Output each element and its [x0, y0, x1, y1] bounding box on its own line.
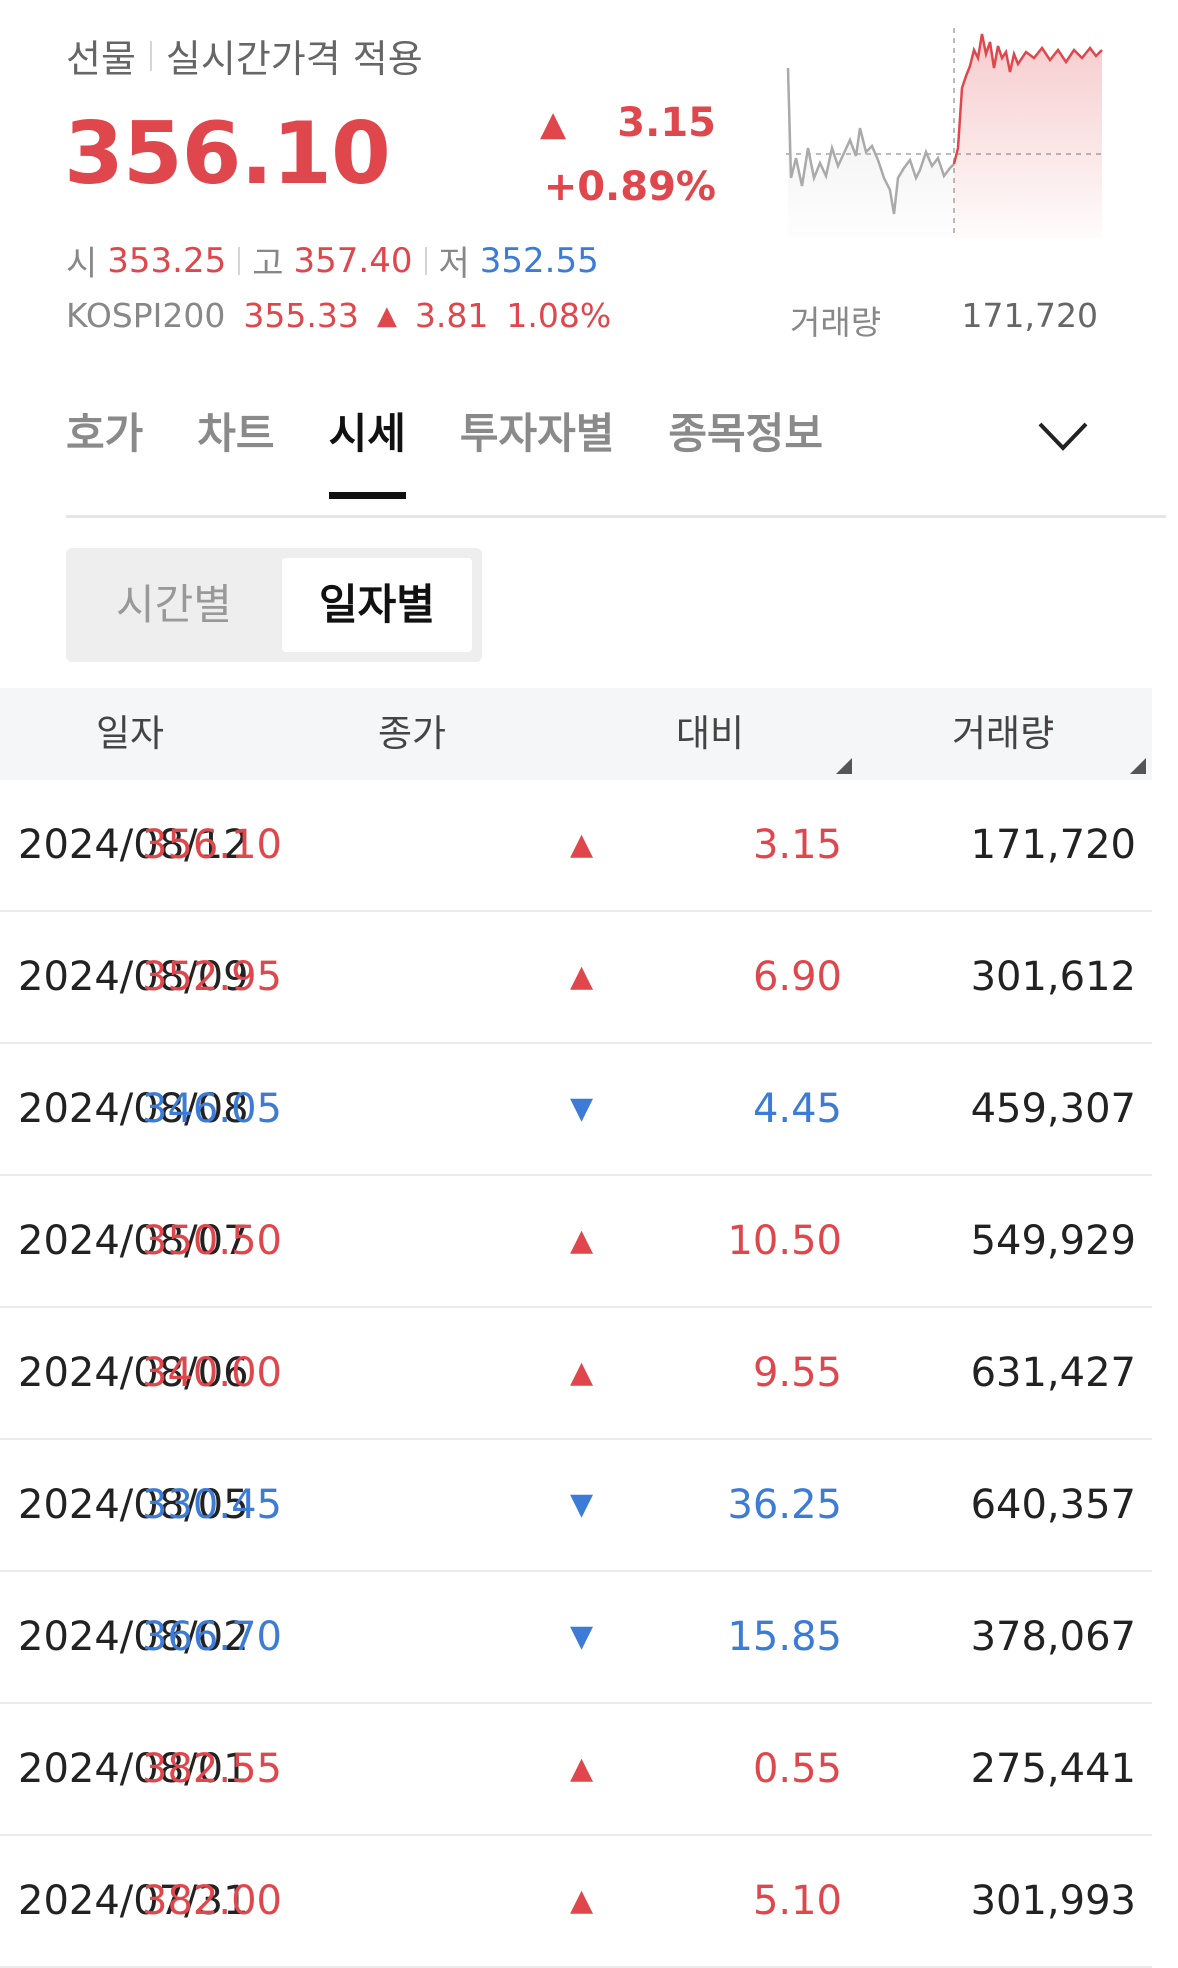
tabs-divider [66, 515, 1166, 518]
column-header-close: 종가 [378, 712, 447, 755]
divider [424, 246, 427, 275]
up-arrow-icon: ▲ [376, 300, 397, 331]
table-row[interactable]: 2024/08/12 356.10 ▲ 3.15 171,720 [0, 780, 1152, 912]
open-label: 시 [66, 244, 98, 284]
toggle-hourly[interactable]: 시간별 [76, 558, 272, 652]
ohl-summary: 시 353.25 고 357.40 저 352.55 [66, 236, 599, 285]
row-change: 15.85 [727, 1614, 842, 1660]
up-arrow-icon: ▲ [570, 1751, 594, 1786]
high-value: 357.40 [293, 240, 413, 281]
row-close-price: 352.95 [142, 954, 282, 1000]
index-change: 3.81 [414, 296, 489, 335]
up-arrow-icon: ▲ [570, 1223, 594, 1258]
table-row[interactable]: 2024/07/31 382.00 ▲ 5.10 301,993 [0, 1836, 1152, 1968]
table-row[interactable]: 2024/08/08 346.05 ▼ 4.45 459,307 [0, 1044, 1152, 1176]
index-name: KOSPI200 [66, 296, 226, 335]
tab-4[interactable]: 종목정보 [668, 400, 823, 499]
row-change: 0.55 [752, 1746, 842, 1792]
tab-1[interactable]: 차트 [197, 400, 274, 499]
down-arrow-icon: ▼ [570, 1091, 594, 1126]
sort-icon[interactable] [1130, 758, 1146, 774]
row-close-price: 346.05 [142, 1086, 282, 1132]
row-close-price: 382.00 [142, 1878, 282, 1924]
row-close-price: 350.50 [142, 1218, 282, 1264]
row-close-price: 366.70 [142, 1614, 282, 1660]
up-arrow-icon: ▲ [540, 104, 567, 144]
volume-value: 171,720 [961, 296, 1098, 335]
column-header-date: 일자 [96, 712, 165, 755]
up-arrow-icon: ▲ [570, 1883, 594, 1918]
row-change: 9.55 [752, 1350, 842, 1396]
down-arrow-icon: ▼ [570, 1619, 594, 1654]
row-volume: 640,357 [970, 1482, 1136, 1528]
volume-label: 거래량 [790, 303, 882, 342]
row-change: 6.90 [752, 954, 842, 1000]
table-row[interactable]: 2024/08/05 330.45 ▼ 36.25 640,357 [0, 1440, 1152, 1572]
tab-0[interactable]: 호가 [66, 400, 143, 499]
row-change: 4.45 [752, 1086, 842, 1132]
row-change: 5.10 [752, 1878, 842, 1924]
low-value: 352.55 [479, 240, 599, 281]
up-arrow-icon: ▲ [570, 827, 594, 862]
down-arrow-icon: ▼ [570, 1487, 594, 1522]
divider [238, 246, 241, 275]
row-close-price: 356.10 [142, 822, 282, 868]
tab-2[interactable]: 시세 [328, 400, 407, 499]
column-header-change[interactable]: 대비 [676, 688, 744, 780]
row-change: 10.50 [727, 1218, 842, 1264]
up-arrow-icon: ▲ [570, 1355, 594, 1390]
chevron-down-icon[interactable] [1036, 416, 1090, 456]
up-arrow-icon: ▲ [570, 959, 594, 994]
row-volume: 631,427 [970, 1350, 1136, 1396]
daily-price-table: 2024/08/12 356.10 ▲ 3.15 171,720 2024/08/09 35… [0, 780, 1152, 1968]
row-close-price: 330.45 [142, 1482, 282, 1528]
row-close-price: 340.00 [142, 1350, 282, 1396]
row-volume: 301,993 [970, 1878, 1136, 1924]
price-change-percent: +0.89% [543, 164, 716, 210]
high-label: 고 [252, 244, 284, 284]
row-volume: 171,720 [970, 822, 1136, 868]
realtime-mode-label: 실시간가격 적용 [165, 37, 423, 81]
row-change: 36.25 [727, 1482, 842, 1528]
row-volume: 301,612 [970, 954, 1136, 1000]
table-row[interactable]: 2024/08/09 352.95 ▲ 6.90 301,612 [0, 912, 1152, 1044]
table-row[interactable]: 2024/08/06 340.00 ▲ 9.55 631,427 [0, 1308, 1152, 1440]
open-value: 353.25 [107, 240, 227, 281]
index-change-percent: 1.08% [506, 296, 612, 335]
current-price: 356.10 [64, 104, 391, 204]
instrument-header: 선물 실시간가격 적용 [66, 28, 423, 83]
category-label: 선물 [66, 37, 136, 81]
divider [149, 40, 152, 71]
row-close-price: 382.55 [142, 1746, 282, 1792]
row-volume: 549,929 [970, 1218, 1136, 1264]
table-row[interactable]: 2024/08/01 382.55 ▲ 0.55 275,441 [0, 1704, 1152, 1836]
row-volume: 459,307 [970, 1086, 1136, 1132]
column-header-volume[interactable]: 거래량 [952, 688, 1054, 780]
row-volume: 275,441 [970, 1746, 1136, 1792]
table-row[interactable]: 2024/08/02 366.70 ▼ 15.85 378,067 [0, 1572, 1152, 1704]
sort-icon[interactable] [836, 758, 852, 774]
table-row[interactable]: 2024/08/07 350.50 ▲ 10.50 549,929 [0, 1176, 1152, 1308]
index-summary: KOSPI200 355.33 ▲ 3.81 1.08% [66, 296, 629, 335]
detail-tabs: 호가 차트 시세 투자자별 종목정보 [66, 400, 877, 499]
intraday-sparkline[interactable] [786, 28, 1106, 238]
row-change: 3.15 [752, 822, 842, 868]
table-header: 일자 종가 대비 거래량 [0, 688, 1152, 780]
sparkline-current-area [954, 34, 1102, 238]
tab-3[interactable]: 투자자별 [460, 400, 615, 499]
price-change: 3.15 [617, 100, 716, 146]
row-volume: 378,067 [970, 1614, 1136, 1660]
toggle-daily[interactable]: 일자별 [282, 558, 472, 652]
period-toggle: 시간별 일자별 [66, 548, 482, 662]
low-label: 저 [438, 244, 470, 284]
index-price: 355.33 [243, 296, 359, 335]
